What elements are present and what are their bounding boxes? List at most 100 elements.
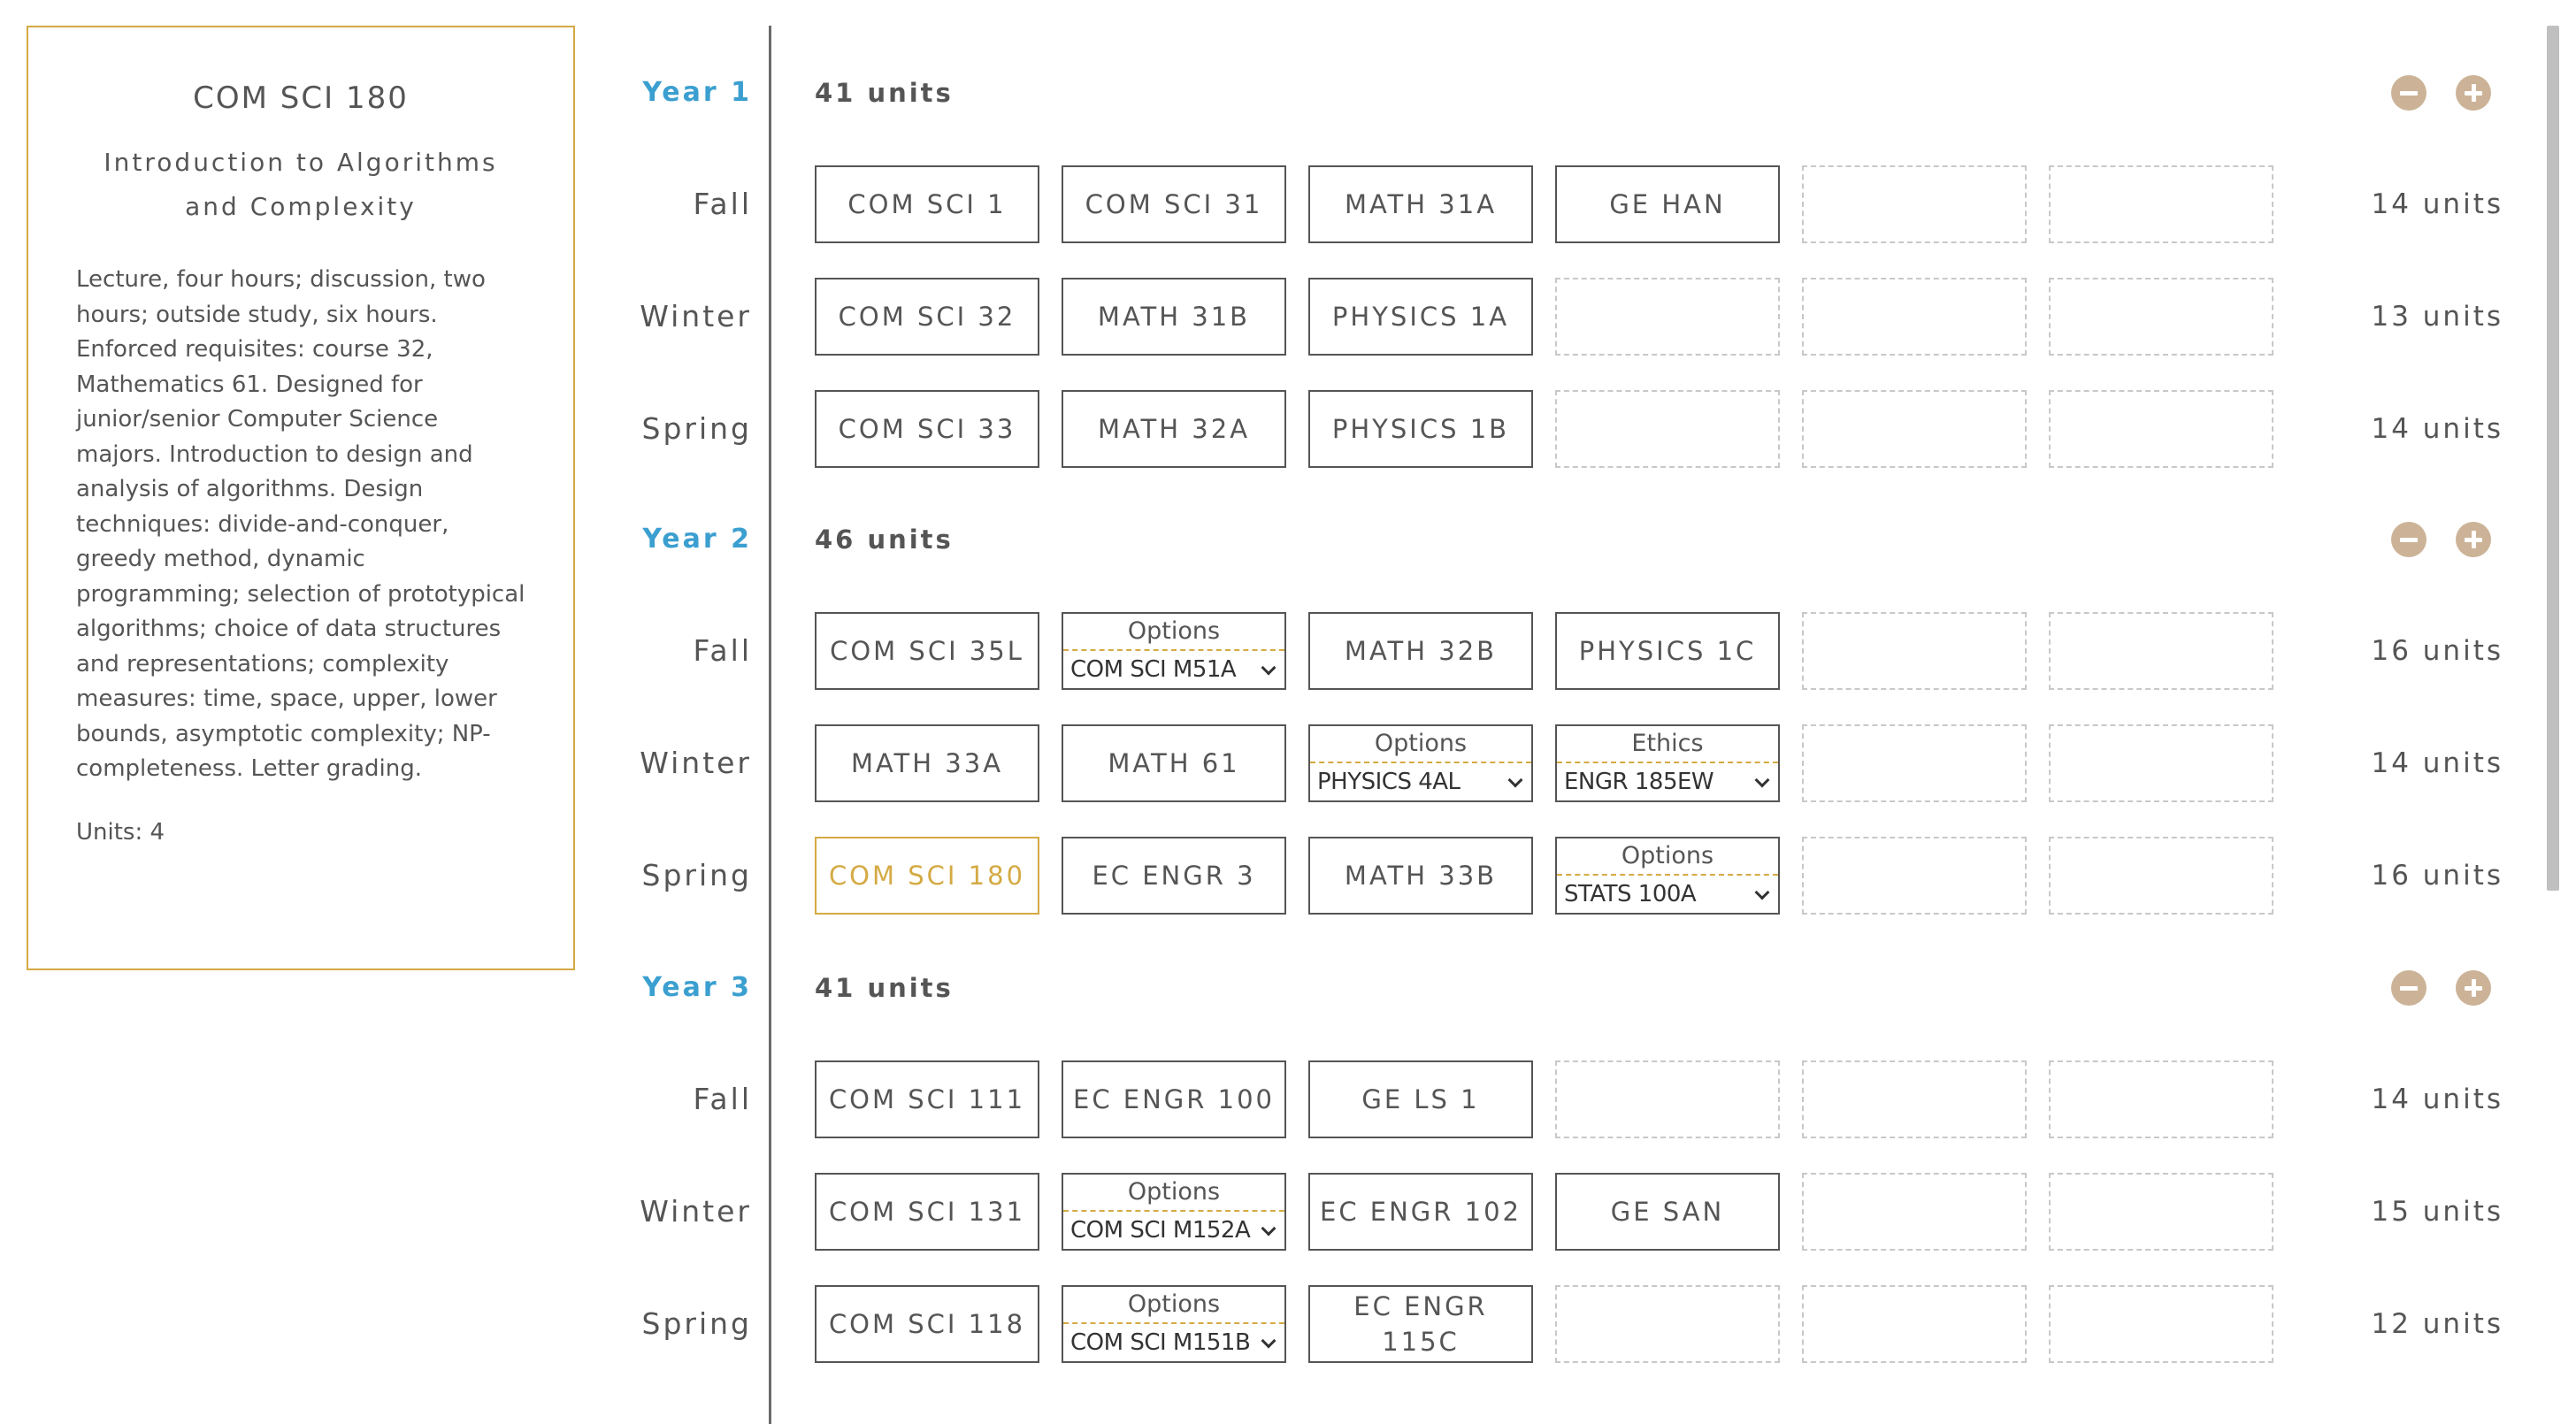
course-card[interactable]: PHYSICS 1C bbox=[1555, 612, 1780, 690]
option-group-label: Options bbox=[1063, 1175, 1284, 1212]
empty-course-slot[interactable] bbox=[1802, 165, 2027, 243]
minus-circle-icon[interactable] bbox=[2391, 75, 2426, 111]
year-units: 46 units bbox=[815, 524, 954, 555]
empty-course-slot[interactable] bbox=[2049, 1060, 2273, 1138]
term-units: 16 units bbox=[2371, 860, 2503, 892]
course-option-card[interactable]: Options PHYSICS 4AL bbox=[1308, 724, 1533, 802]
course-card[interactable]: MATH 32A bbox=[1062, 390, 1286, 468]
term-label: Winter bbox=[640, 746, 752, 780]
course-card[interactable]: COM SCI 31 bbox=[1062, 165, 1286, 243]
course-option-card[interactable]: Ethics ENGR 185EW bbox=[1555, 724, 1780, 802]
option-select-value: STATS 100A bbox=[1564, 881, 1697, 907]
year-header: Year 2 46 units bbox=[0, 513, 2576, 566]
empty-course-slot[interactable] bbox=[1555, 1060, 1780, 1138]
year-label: Year 3 bbox=[642, 972, 752, 1003]
course-card[interactable]: EC ENGR 3 bbox=[1062, 837, 1286, 915]
option-select-value: COM SCI M51A bbox=[1070, 656, 1237, 683]
plus-circle-icon[interactable] bbox=[2456, 970, 2491, 1006]
plus-circle-icon[interactable] bbox=[2456, 522, 2491, 557]
year-units: 41 units bbox=[815, 973, 954, 1003]
year-label: Year 1 bbox=[642, 77, 752, 108]
option-select[interactable]: COM SCI M51A bbox=[1063, 651, 1284, 688]
empty-course-slot[interactable] bbox=[1555, 278, 1780, 356]
course-card[interactable]: GE SAN bbox=[1555, 1173, 1780, 1251]
course-card[interactable]: MATH 33A bbox=[815, 724, 1039, 802]
course-card[interactable]: PHYSICS 1B bbox=[1308, 390, 1533, 468]
term-row: Spring COM SCI 118 Options COM SCI M151B EC … bbox=[0, 1285, 2576, 1363]
term-units: 14 units bbox=[2371, 413, 2503, 445]
option-select[interactable]: STATS 100A bbox=[1557, 876, 1778, 913]
course-card[interactable]: MATH 61 bbox=[1062, 724, 1286, 802]
option-select-value: ENGR 185EW bbox=[1564, 769, 1714, 795]
plus-circle-icon[interactable] bbox=[2456, 75, 2491, 111]
empty-course-slot[interactable] bbox=[1802, 1285, 2027, 1363]
course-card[interactable]: MATH 32B bbox=[1308, 612, 1533, 690]
course-option-card[interactable]: Options STATS 100A bbox=[1555, 837, 1780, 915]
term-row: Spring COM SCI 180 EC ENGR 3 MATH 33B Option… bbox=[0, 837, 2576, 915]
empty-course-slot[interactable] bbox=[1802, 1060, 2027, 1138]
course-card[interactable]: COM SCI 131 bbox=[815, 1173, 1039, 1251]
empty-course-slot[interactable] bbox=[2049, 612, 2273, 690]
empty-course-slot[interactable] bbox=[1555, 1285, 1780, 1363]
option-select[interactable]: COM SCI M152A bbox=[1063, 1212, 1284, 1249]
course-card[interactable]: MATH 31B bbox=[1062, 278, 1286, 356]
term-label: Winter bbox=[640, 1194, 752, 1229]
empty-course-slot[interactable] bbox=[1802, 724, 2027, 802]
course-card[interactable]: MATH 31A bbox=[1308, 165, 1533, 243]
course-card[interactable]: EC ENGR 102 bbox=[1308, 1173, 1533, 1251]
empty-course-slot[interactable] bbox=[1802, 390, 2027, 468]
option-group-label: Options bbox=[1557, 838, 1778, 876]
empty-course-slot[interactable] bbox=[1802, 278, 2027, 356]
course-card[interactable]: MATH 33B bbox=[1308, 837, 1533, 915]
course-card[interactable]: EC ENGR 115C bbox=[1308, 1285, 1533, 1363]
course-option-card[interactable]: Options COM SCI M152A bbox=[1062, 1173, 1286, 1251]
course-card-selected[interactable]: COM SCI 180 bbox=[815, 837, 1039, 915]
course-card[interactable]: COM SCI 1 bbox=[815, 165, 1039, 243]
empty-course-slot[interactable] bbox=[2049, 165, 2273, 243]
course-card[interactable]: COM SCI 118 bbox=[815, 1285, 1039, 1363]
term-row: Winter MATH 33A MATH 61 Options PHYSICS 4AL E… bbox=[0, 724, 2576, 802]
empty-course-slot[interactable] bbox=[1802, 837, 2027, 915]
option-group-label: Options bbox=[1063, 1287, 1284, 1324]
term-units: 15 units bbox=[2371, 1196, 2503, 1228]
term-row: Winter COM SCI 32 MATH 31B PHYSICS 1A 13 uni… bbox=[0, 278, 2576, 356]
empty-course-slot[interactable] bbox=[2049, 837, 2273, 915]
term-row: Fall COM SCI 35L Options COM SCI M51A MATH 3… bbox=[0, 612, 2576, 690]
term-label: Fall bbox=[693, 187, 752, 221]
option-select-value: COM SCI M152A bbox=[1070, 1217, 1251, 1244]
course-card[interactable]: COM SCI 111 bbox=[815, 1060, 1039, 1138]
course-option-card[interactable]: Options COM SCI M151B bbox=[1062, 1285, 1286, 1363]
course-card[interactable]: GE HAN bbox=[1555, 165, 1780, 243]
course-card[interactable]: COM SCI 33 bbox=[815, 390, 1039, 468]
term-units: 14 units bbox=[2371, 188, 2503, 220]
minus-circle-icon[interactable] bbox=[2391, 522, 2426, 557]
year-label: Year 2 bbox=[642, 524, 752, 555]
empty-course-slot[interactable] bbox=[1802, 612, 2027, 690]
empty-course-slot[interactable] bbox=[1555, 390, 1780, 468]
minus-circle-icon[interactable] bbox=[2391, 970, 2426, 1006]
chevron-down-icon bbox=[1261, 1333, 1276, 1349]
empty-course-slot[interactable] bbox=[2049, 278, 2273, 356]
option-select[interactable]: ENGR 185EW bbox=[1557, 763, 1778, 800]
empty-course-slot[interactable] bbox=[2049, 724, 2273, 802]
course-card[interactable]: EC ENGR 100 bbox=[1062, 1060, 1286, 1138]
term-label: Spring bbox=[641, 411, 752, 446]
course-card[interactable]: PHYSICS 1A bbox=[1308, 278, 1533, 356]
course-card[interactable]: COM SCI 32 bbox=[815, 278, 1039, 356]
empty-course-slot[interactable] bbox=[1802, 1173, 2027, 1251]
course-card[interactable]: COM SCI 35L bbox=[815, 612, 1039, 690]
chevron-down-icon bbox=[1754, 884, 1770, 900]
course-option-card[interactable]: Options COM SCI M51A bbox=[1062, 612, 1286, 690]
option-select[interactable]: PHYSICS 4AL bbox=[1310, 763, 1531, 800]
empty-course-slot[interactable] bbox=[2049, 1285, 2273, 1363]
option-select-value: PHYSICS 4AL bbox=[1317, 769, 1460, 795]
year-header: Year 1 41 units bbox=[0, 66, 2576, 119]
option-select[interactable]: COM SCI M151B bbox=[1063, 1324, 1284, 1361]
empty-course-slot[interactable] bbox=[2049, 390, 2273, 468]
term-units: 12 units bbox=[2371, 1308, 2503, 1340]
course-card[interactable]: GE LS 1 bbox=[1308, 1060, 1533, 1138]
chevron-down-icon bbox=[1261, 660, 1276, 676]
chevron-down-icon bbox=[1261, 1221, 1276, 1236]
term-label: Winter bbox=[640, 299, 752, 333]
empty-course-slot[interactable] bbox=[2049, 1173, 2273, 1251]
